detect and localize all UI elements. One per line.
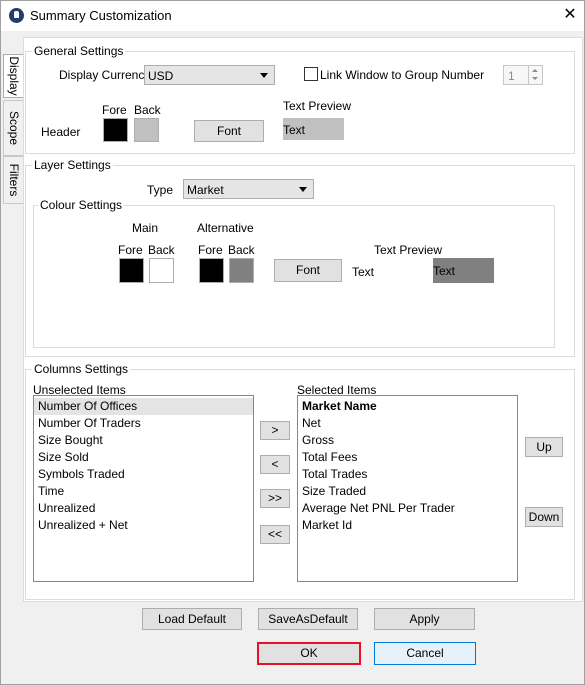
group-number-stepper[interactable]: 1	[503, 65, 543, 85]
down-button[interactable]: Down	[525, 507, 563, 527]
list-item[interactable]: Number Of Traders	[34, 415, 253, 432]
layer-type-value: Market	[187, 183, 224, 197]
main-fore-label: Fore	[118, 243, 143, 257]
alt-back-color-swatch[interactable]	[229, 258, 254, 283]
move-all-right-button[interactable]: >>	[260, 489, 290, 508]
list-item[interactable]: Number Of Offices	[34, 398, 253, 415]
list-item[interactable]: Total Trades	[298, 466, 517, 483]
stepper-up-icon[interactable]	[532, 69, 538, 72]
selected-items-list[interactable]: Market Name Net Gross Total Fees Total T…	[297, 395, 518, 582]
list-item[interactable]: Unrealized + Net	[34, 517, 253, 534]
main-back-color-swatch[interactable]	[149, 258, 174, 283]
type-label: Type	[147, 183, 174, 197]
link-window-checkbox[interactable]	[304, 67, 318, 81]
group-number-value: 1	[508, 69, 515, 83]
move-right-button[interactable]: >	[260, 421, 290, 440]
general-text-preview-text: Text	[283, 123, 306, 137]
list-item[interactable]: Market Id	[298, 517, 517, 534]
tab-scope-label: Scope	[7, 110, 21, 146]
tab-display-label: Display	[7, 56, 21, 96]
load-default-button[interactable]: Load Default	[142, 608, 242, 630]
display-currency-select[interactable]: USD	[144, 65, 275, 85]
list-item[interactable]: Average Net PNL Per Trader	[298, 500, 517, 517]
layer-text-preview: Text	[433, 258, 494, 283]
list-item[interactable]: Time	[34, 483, 253, 500]
layer-settings-label: Layer Settings	[32, 158, 113, 172]
list-item[interactable]: Symbols Traded	[34, 466, 253, 483]
ok-button[interactable]: OK	[257, 642, 361, 665]
list-item[interactable]: Gross	[298, 432, 517, 449]
save-as-default-button[interactable]: SaveAsDefault	[258, 608, 358, 630]
layer-type-select[interactable]: Market	[183, 179, 314, 199]
main-label: Main	[132, 221, 159, 235]
unselected-items-list[interactable]: Number Of Offices Number Of Traders Size…	[33, 395, 254, 582]
title-bar: Summary Customization ✕	[0, 0, 585, 31]
header-font-button[interactable]: Font	[194, 120, 264, 142]
up-button[interactable]: Up	[525, 437, 563, 457]
list-item[interactable]: Size Traded	[298, 483, 517, 500]
list-item[interactable]: Unrealized	[34, 500, 253, 517]
header-label: Header	[41, 125, 81, 139]
general-fore-label: Fore	[102, 103, 127, 117]
alternative-label: Alternative	[197, 221, 254, 235]
header-back-color-swatch[interactable]	[134, 118, 159, 142]
app-logo-icon	[9, 8, 24, 23]
list-item[interactable]: Net	[298, 415, 517, 432]
apply-button[interactable]: Apply	[374, 608, 475, 630]
main-fore-color-swatch[interactable]	[119, 258, 144, 283]
tab-scope[interactable]: Scope	[3, 100, 24, 156]
move-left-button[interactable]: <	[260, 455, 290, 474]
list-item[interactable]: Size Sold	[34, 449, 253, 466]
general-text-preview-label: Text Preview	[283, 99, 352, 113]
cancel-button[interactable]: Cancel	[374, 642, 476, 665]
link-window-label: Link Window to Group Number	[320, 68, 485, 82]
layer-text-preview-text: Text	[433, 264, 456, 278]
general-settings-label: General Settings	[32, 44, 126, 58]
colour-settings-label: Colour Settings	[38, 198, 125, 212]
tab-display[interactable]: Display	[3, 54, 24, 98]
chevron-down-icon	[299, 187, 307, 192]
stepper-down-icon[interactable]	[532, 77, 538, 80]
columns-settings-label: Columns Settings	[32, 362, 131, 376]
list-item[interactable]: Market Name	[298, 398, 517, 415]
chevron-down-icon	[260, 73, 268, 78]
display-currency-value: USD	[148, 69, 174, 83]
layer-text-preview-label: Text Preview	[374, 243, 443, 257]
alt-back-label: Back	[228, 243, 255, 257]
header-fore-color-swatch[interactable]	[103, 118, 128, 142]
move-all-left-button[interactable]: <<	[260, 525, 290, 544]
window-title: Summary Customization	[30, 8, 172, 23]
main-back-label: Back	[148, 243, 175, 257]
tab-filters-label: Filters	[7, 163, 21, 197]
display-currency-label: Display Currency	[59, 68, 151, 82]
close-icon[interactable]: ✕	[558, 5, 582, 27]
list-item[interactable]: Total Fees	[298, 449, 517, 466]
tab-filters[interactable]: Filters	[3, 156, 24, 204]
list-item[interactable]: Size Bought	[34, 432, 253, 449]
general-text-preview: Text	[283, 118, 344, 140]
alt-fore-label: Fore	[198, 243, 223, 257]
alt-fore-color-swatch[interactable]	[199, 258, 224, 283]
layer-font-button[interactable]: Font	[274, 259, 342, 282]
layer-text-sample: Text	[352, 265, 375, 279]
general-back-label: Back	[134, 103, 161, 117]
